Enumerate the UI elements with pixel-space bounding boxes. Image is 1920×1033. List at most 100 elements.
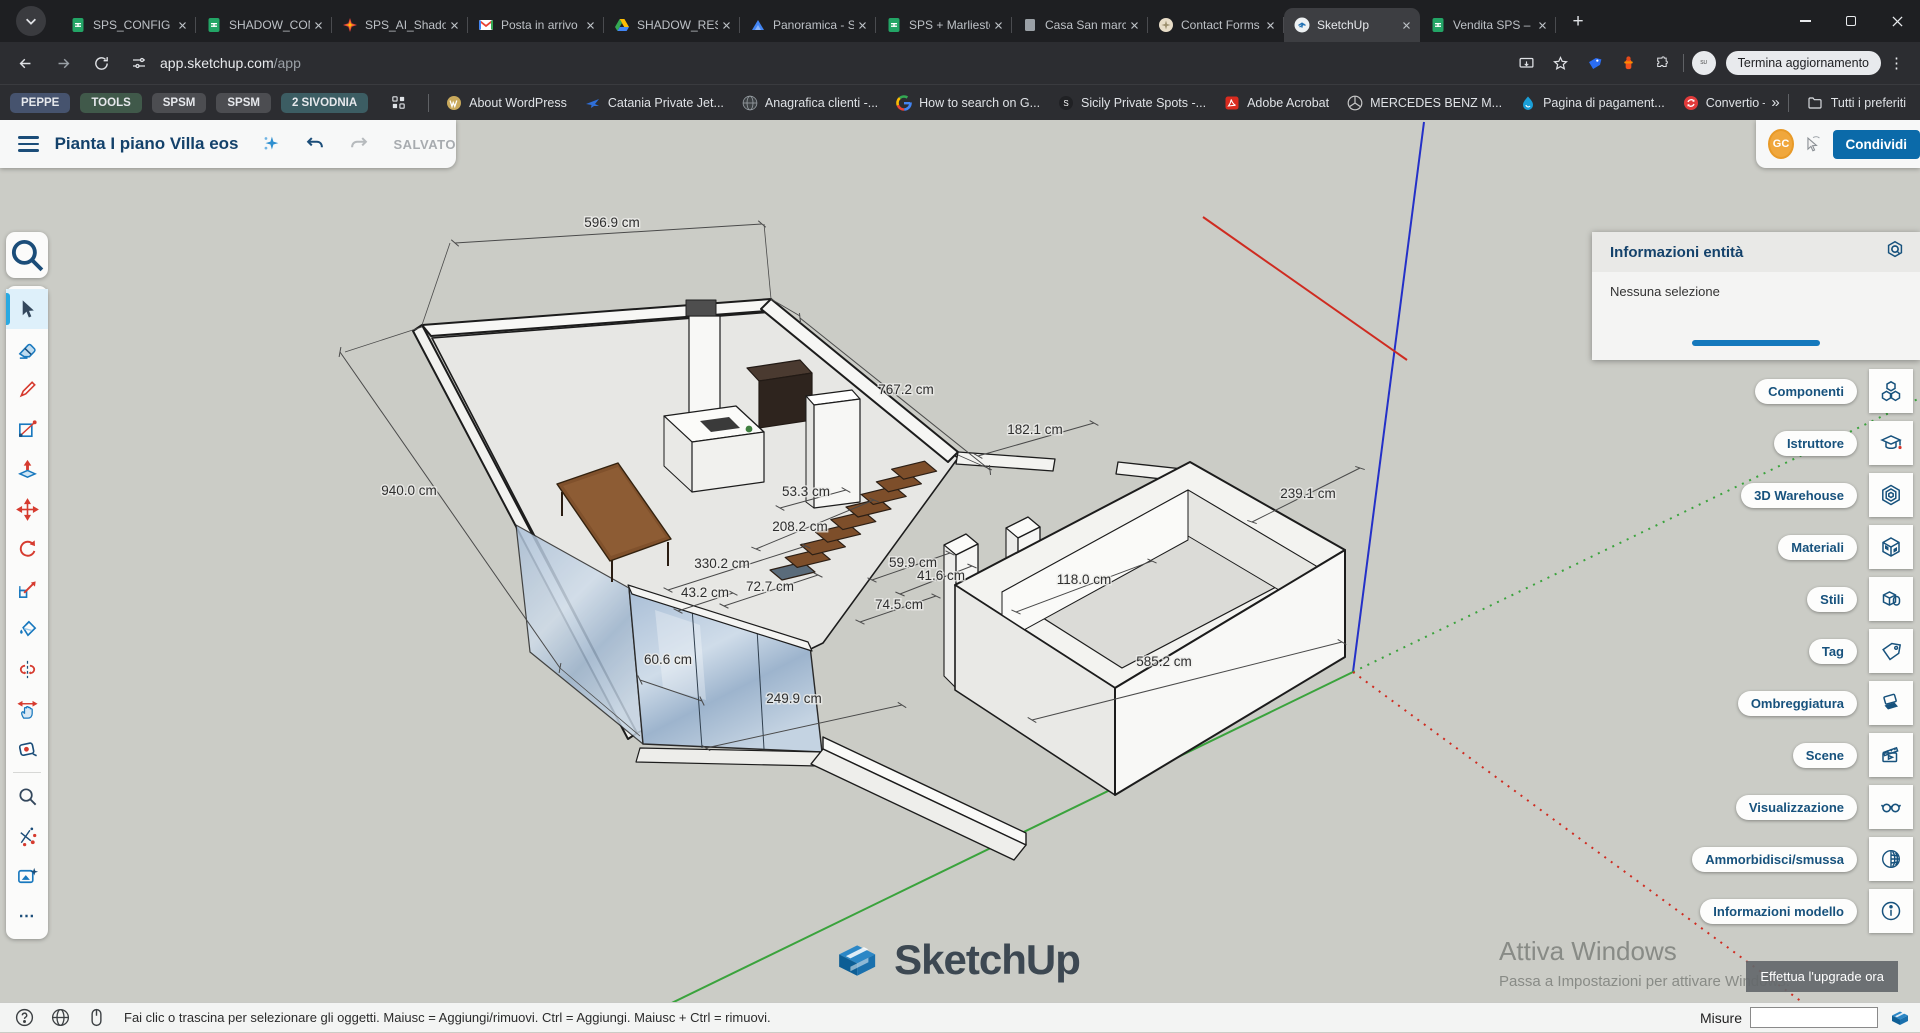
reload-button[interactable] [88,50,114,76]
instructor-panel-button[interactable] [1869,421,1913,465]
omnibox[interactable]: app.sketchup.com/app [130,47,1505,79]
tab-close-icon[interactable] [1262,17,1278,33]
browser-tab-sketchup[interactable]: SketchUp [1284,8,1420,42]
back-button[interactable] [12,50,38,76]
mouse-hint-icon[interactable] [86,1007,108,1029]
pan-tool[interactable] [6,689,48,729]
tab-close-icon[interactable] [446,17,462,33]
browser-tab-contact-forms[interactable]: Contact Forms [1148,8,1284,42]
more-tool[interactable]: ⋯ [6,896,48,936]
measure-input[interactable] [1750,1007,1878,1028]
document-title[interactable]: Pianta I piano Villa eos [55,134,239,154]
bookmark-how-to-search-on-g-[interactable]: How to search on G... [896,95,1040,111]
extension-hydrant-icon[interactable] [1617,51,1641,75]
bookmark-folder-peppe[interactable]: PEPPE [10,93,70,113]
extension-tag-icon[interactable] [1583,51,1607,75]
tab-close-icon[interactable] [1126,17,1142,33]
entity-box-magnifier-icon[interactable] [1884,239,1906,266]
tab-close-icon[interactable] [310,17,326,33]
browser-tab-shadow-com[interactable]: SHADOW_COM [196,8,332,42]
bookmark-sicily-private-spots-[interactable]: SSicily Private Spots -... [1058,95,1206,111]
tab-search-button[interactable] [16,6,46,36]
tab-close-icon[interactable] [990,17,1006,33]
bookmarks-overflow-chevron[interactable]: » [1771,94,1779,111]
language-globe-icon[interactable] [50,1007,72,1029]
user-avatar[interactable]: GC [1768,129,1794,159]
forward-button[interactable] [50,50,76,76]
browser-tab-vendita-sps-c[interactable]: Vendita SPS – C [1420,8,1556,42]
shadows-panel-button[interactable] [1869,681,1913,725]
panel-drag-handle[interactable] [1692,340,1820,346]
move-tool[interactable] [6,489,48,529]
zoom-tool[interactable] [6,776,48,816]
bookmark-anagrafica-clienti-[interactable]: Anagrafica clienti -... [742,95,878,111]
select-tool[interactable] [6,289,48,329]
share-button[interactable]: Condividi [1833,130,1920,159]
tab-close-icon[interactable] [854,17,870,33]
bookmark-star-icon[interactable] [1549,51,1573,75]
tool-search-button[interactable] [6,232,48,278]
tape-measure-tool[interactable] [6,729,48,769]
push-pull-tool[interactable] [6,449,48,489]
right-room[interactable] [955,462,1345,795]
site-settings-icon[interactable] [130,54,148,72]
window-minimize-button[interactable] [1782,0,1828,42]
browser-tab-posta-in-arrivo[interactable]: Posta in arrivo [468,8,604,42]
main-menu-icon[interactable] [18,136,39,152]
bookmark-about-wordpress[interactable]: About WordPress [446,95,567,111]
eraser-tool[interactable] [6,329,48,369]
browser-tab-sps-config-[interactable]: SPS_CONFIG - [60,8,196,42]
tag-panel-button[interactable] [1869,629,1913,673]
all-bookmarks-button[interactable]: Tutti i preferiti [1807,95,1906,111]
paint-bucket-tool[interactable] [6,609,48,649]
browser-tab-sps-ai-shadow[interactable]: SPS_AI_Shadow [332,8,468,42]
ai-image-tool[interactable] [6,856,48,896]
model-info-panel-button[interactable] [1869,889,1913,933]
components-panel-button[interactable] [1869,369,1913,413]
undo-button[interactable] [303,131,327,157]
browser-menu-icon[interactable]: ⋮ [1889,54,1904,72]
tab-close-icon[interactable] [718,17,734,33]
axes-tool[interactable] [6,816,48,856]
scenes-panel-button[interactable] [1869,733,1913,777]
shapes-tool[interactable] [6,409,48,449]
browser-tab-casa-san-marco[interactable]: Casa San marco [1012,8,1148,42]
browser-tab-sps-marliesto[interactable]: SPS + Marliesto [876,8,1012,42]
display-panel-button[interactable] [1869,785,1913,829]
bookmark-catania-private-jet-[interactable]: Catania Private Jet... [585,95,724,111]
new-tab-button[interactable]: + [1564,8,1592,36]
bookmark-convertio-conve-[interactable]: Convertio — Conve... [1683,95,1766,111]
warehouse-panel-button[interactable] [1869,473,1913,517]
soften-panel-button[interactable] [1869,837,1913,881]
extensions-puzzle-icon[interactable] [1651,51,1675,75]
window-maximize-button[interactable] [1828,0,1874,42]
window-close-button[interactable] [1874,0,1920,42]
profile-avatar[interactable]: SU [1692,51,1716,75]
browser-tab-shadow-res[interactable]: SHADOW_RES [604,8,740,42]
upgrade-button[interactable]: Effettua l'upgrade ora [1746,961,1898,992]
help-icon[interactable] [14,1007,36,1029]
tab-close-icon[interactable] [582,17,598,33]
update-chrome-button[interactable]: Termina aggiornamento [1726,51,1881,75]
pencil-tool[interactable] [6,369,48,409]
bookmark-pagina-di-pagament-[interactable]: Pagina di pagament... [1520,95,1665,111]
bookmark-folder-tools[interactable]: TOOLS [80,93,141,113]
styles-panel-button[interactable] [1869,577,1913,621]
materials-panel-button[interactable] [1869,525,1913,569]
tab-close-icon[interactable] [174,17,190,33]
tab-close-icon[interactable] [1534,17,1550,33]
apps-grid-icon[interactable] [386,91,410,115]
scale-tool[interactable] [6,569,48,609]
tab-close-icon[interactable] [1398,17,1414,33]
bookmark-folder-spsm[interactable]: SPSM [216,93,271,113]
kitchen-island[interactable] [664,406,764,492]
send-to-device-icon[interactable] [1515,51,1539,75]
rotate-tool[interactable] [6,529,48,569]
browser-tab-panoramica-s[interactable]: Panoramica - S [740,8,876,42]
redo-button[interactable] [347,131,371,157]
ai-sparkle-icon[interactable] [259,131,283,157]
bookmark-adobe-acrobat[interactable]: Adobe Acrobat [1224,95,1329,111]
flip-tool[interactable] [6,649,48,689]
bookmark-mercedes-benz-m-[interactable]: MERCEDES BENZ M... [1347,95,1502,111]
bookmark-folder-2-sivodnia[interactable]: 2 SIVODNIA [281,93,368,113]
